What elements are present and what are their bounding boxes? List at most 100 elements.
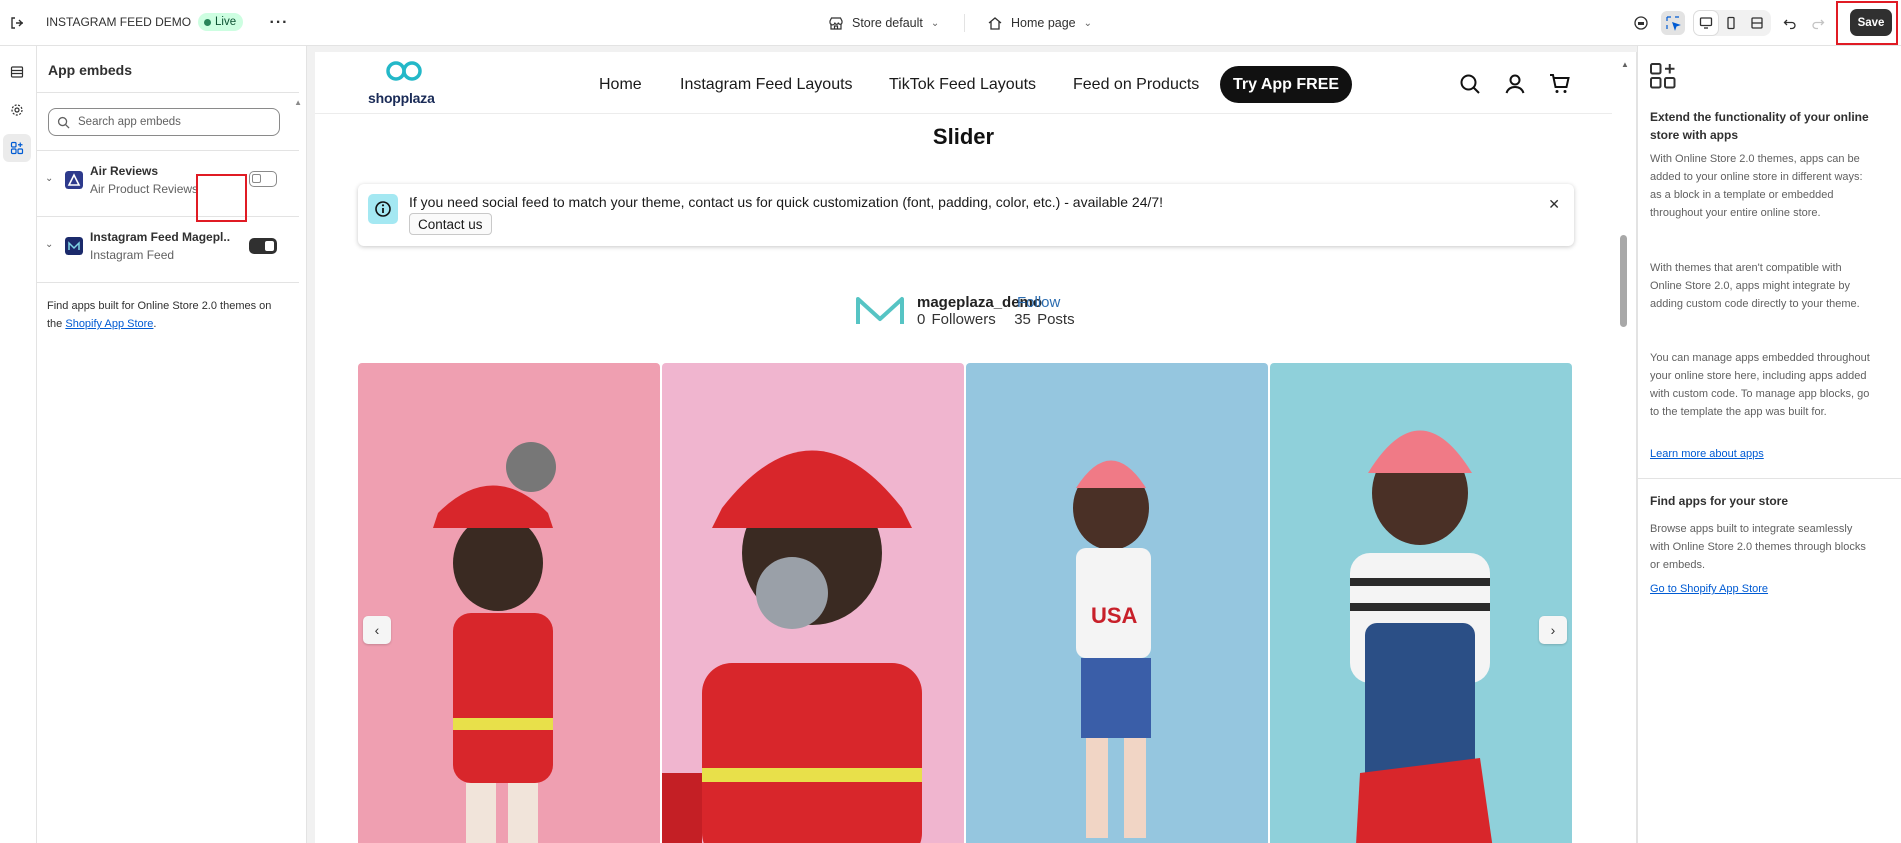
find-apps-suffix: . (153, 318, 157, 330)
learn-more-link[interactable]: Learn more about apps (1650, 448, 1764, 460)
find-apps-text: Find apps built for Online Store 2.0 the… (47, 297, 287, 333)
search-input[interactable] (78, 116, 258, 128)
nav-link-feed-on-products[interactable]: Feed on Products (1073, 76, 1199, 94)
chevron-down-icon: ⌄ (1083, 17, 1093, 29)
nav-link-home[interactable]: Home (599, 76, 642, 94)
go-to-app-store-link[interactable]: Go to Shopify App Store (1650, 583, 1768, 595)
sections-icon[interactable] (3, 58, 31, 86)
toggle-highlight-box (196, 174, 247, 222)
divider (1638, 478, 1901, 479)
app-embeds-icon[interactable] (3, 134, 31, 162)
chevron-down-icon[interactable]: ⌄ (45, 239, 53, 250)
try-app-free-button[interactable]: Try App FREE (1220, 66, 1352, 103)
app-name: Air Reviews (90, 164, 159, 178)
app-embeds-info-panel: Extend the functionality of your online … (1637, 46, 1901, 843)
store-icon (829, 17, 843, 30)
app-name: Instagram Feed Magepl... (90, 230, 230, 244)
shopify-app-store-link[interactable]: Shopify App Store (65, 318, 153, 330)
air-reviews-toggle[interactable] (249, 171, 277, 187)
page-selector[interactable]: Home page ⌄ (987, 13, 1092, 33)
redo-icon[interactable] (1806, 11, 1830, 35)
top-bar: INSTAGRAM FEED DEMO Live ··· Store defau… (0, 0, 1901, 46)
search-box[interactable] (48, 108, 280, 136)
store-header: shopplaza Home Instagram Feed Layouts Ti… (315, 52, 1612, 114)
nav-link-instagram-feed-layouts[interactable]: Instagram Feed Layouts (680, 76, 853, 94)
feed-post[interactable] (1270, 363, 1572, 843)
more-actions-icon[interactable]: ··· (268, 12, 290, 34)
toggle-knob (265, 241, 274, 251)
profile-stats: 0 Followers 35 Posts (917, 311, 1075, 328)
instagram-feed-toggle[interactable] (249, 238, 277, 254)
svg-text:USA: USA (1091, 603, 1138, 628)
mageplaza-logo-icon (856, 297, 904, 324)
store-title: INSTAGRAM FEED DEMO (46, 15, 192, 29)
air-reviews-logo-icon (65, 171, 83, 189)
slider-next-button[interactable]: › (1539, 616, 1567, 644)
info-icon (368, 194, 398, 224)
search-icon (57, 116, 70, 129)
store-preview: shopplaza Home Instagram Feed Layouts Ti… (315, 52, 1612, 843)
posts-count: 35 Posts (1014, 311, 1075, 328)
theme-selector[interactable]: Store default ⌄ (828, 13, 939, 33)
fullscreen-icon[interactable] (1745, 11, 1769, 35)
scroll-up-icon[interactable]: ▲ (1621, 60, 1629, 69)
info-paragraph: Browse apps built to integrate seamlessl… (1650, 523, 1866, 571)
customization-notice: If you need social feed to match your th… (358, 184, 1574, 246)
account-icon[interactable] (1503, 72, 1527, 96)
settings-icon[interactable] (3, 96, 31, 124)
feed-post[interactable] (358, 363, 660, 843)
home-icon (988, 17, 1002, 30)
app-embed-row-instagram-feed[interactable]: ⌄ Instagram Feed Magepl... Instagram Fee… (37, 217, 299, 273)
cart-icon[interactable] (1548, 72, 1572, 96)
feed-post-image (1270, 363, 1572, 843)
follow-button[interactable]: Follow (1017, 294, 1060, 311)
contact-us-button[interactable]: Contact us (409, 213, 492, 235)
chevron-down-icon[interactable]: ⌄ (45, 173, 53, 184)
info-paragraph: You can manage apps embedded throughout … (1650, 352, 1870, 418)
info-paragraph: With Online Store 2.0 themes, apps can b… (1650, 153, 1863, 219)
feed-post[interactable] (662, 363, 964, 843)
left-rail (0, 46, 37, 843)
find-apps-heading: Find apps for your store (1650, 494, 1789, 508)
feed-post[interactable]: USA (966, 363, 1268, 843)
scrollbar-thumb[interactable] (1620, 235, 1627, 327)
followers-count: 0 Followers (917, 311, 996, 328)
theme-selector-label: Store default (852, 16, 923, 30)
sidekick-icon[interactable] (1629, 11, 1653, 35)
toggle-knob (252, 174, 261, 183)
app-subtitle: Instagram Feed (90, 248, 175, 262)
close-icon[interactable]: ✕ (1548, 196, 1560, 213)
divider (964, 14, 965, 32)
instagram-feed-logo-icon (65, 237, 83, 255)
divider (37, 282, 299, 283)
nav-link-tiktok-feed-layouts[interactable]: TikTok Feed Layouts (889, 76, 1036, 94)
mobile-icon[interactable] (1719, 11, 1743, 35)
status-dot-icon (204, 18, 211, 26)
undo-icon[interactable] (1778, 11, 1802, 35)
desktop-icon[interactable] (1694, 11, 1718, 35)
notice-message: If you need social feed to match your th… (409, 194, 1164, 210)
status-badge: Live (198, 13, 244, 31)
slider-prev-button[interactable]: ‹ (363, 616, 391, 644)
feed-post-image: USA (966, 363, 1268, 843)
divider (37, 92, 299, 93)
chevron-down-icon: ⌄ (930, 17, 940, 29)
info-heading: Extend the functionality of your online … (1650, 110, 1869, 142)
app-embeds-panel: App embeds ▲ ⌄ Air Reviews Air Product R… (37, 46, 307, 843)
panel-title: App embeds (48, 62, 133, 78)
scroll-up-icon[interactable]: ▲ (294, 98, 302, 107)
brand-name[interactable]: shopplaza (368, 90, 435, 106)
app-embed-row-air-reviews[interactable]: ⌄ Air Reviews Air Product Reviews (37, 151, 299, 207)
preview-scrollbar[interactable]: ▲ (1612, 52, 1637, 843)
exit-icon[interactable] (4, 10, 30, 36)
instagram-slider: USA (358, 363, 1574, 843)
section-title: Slider (932, 124, 995, 149)
feed-post-image (358, 363, 660, 843)
search-icon[interactable] (1458, 72, 1482, 96)
inspector-icon[interactable] (1661, 11, 1685, 35)
save-highlight-box (1836, 1, 1898, 45)
apps-icon (1650, 63, 1676, 89)
page-selector-label: Home page (1011, 16, 1076, 30)
feed-post-image (662, 363, 964, 843)
app-subtitle: Air Product Reviews (90, 182, 199, 196)
